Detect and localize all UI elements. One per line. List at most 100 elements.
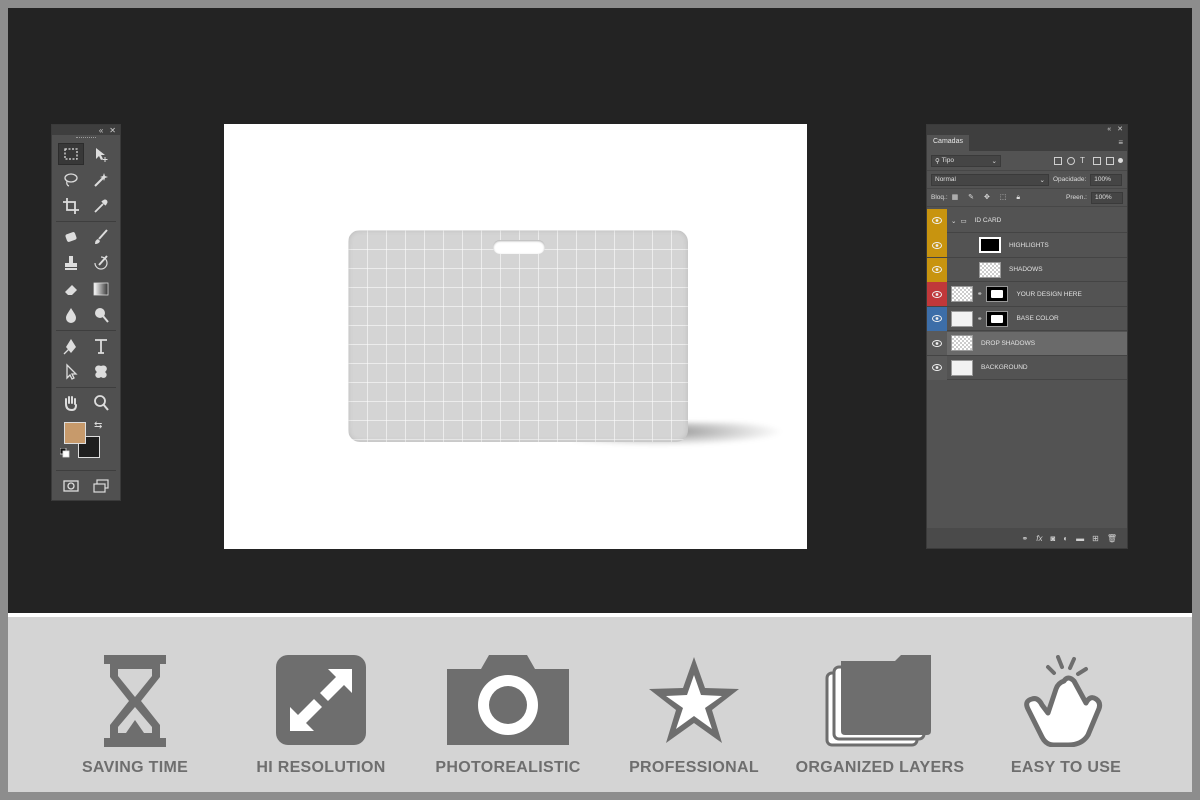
close-icon[interactable]: ✕	[109, 126, 116, 135]
layer-name: HIGHLIGHTS	[1009, 241, 1049, 249]
layer-thumbnail	[979, 261, 1001, 278]
visibility-eye-icon[interactable]	[927, 306, 947, 331]
folder-icon: ▭	[960, 217, 967, 225]
feature-hi-resolution: HI RESOLUTION	[221, 655, 421, 776]
layer-row[interactable]: BACKGROUND	[927, 355, 1127, 380]
eraser-tool-icon[interactable]	[58, 278, 84, 300]
hand-tool-icon[interactable]	[58, 392, 84, 414]
eyedropper-icon[interactable]	[88, 195, 114, 217]
close-icon[interactable]: ✕	[1117, 125, 1123, 133]
tab-layers[interactable]: Camadas	[927, 135, 969, 151]
layer-row[interactable]: ⚭ YOUR DESIGN HERE	[927, 282, 1127, 307]
visibility-eye-icon[interactable]	[927, 355, 947, 380]
new-layer-icon[interactable]: ⊞	[1092, 534, 1099, 543]
layers-panel-footer: ⚭ fx ◙ ◐ ▬ ⊞ 🗑︎	[927, 528, 1127, 548]
zoom-tool-icon[interactable]	[88, 392, 114, 414]
feature-label: SAVING TIME	[81, 759, 189, 776]
feature-photorealistic: PHOTOREALISTIC	[408, 655, 608, 776]
mask-link-icon[interactable]: ⚭	[977, 315, 982, 323]
feature-professional: PROFESSIONAL	[594, 655, 794, 776]
lock-label: Bloq.:	[931, 194, 948, 201]
collapse-icon[interactable]: «	[99, 126, 103, 135]
hourglass-icon	[104, 655, 166, 747]
trash-icon[interactable]: 🗑︎	[1107, 534, 1117, 543]
opacity-field[interactable]: 100%	[1090, 173, 1123, 186]
link-layers-icon[interactable]: ⚭	[1022, 534, 1029, 543]
healing-brush-icon[interactable]	[58, 226, 84, 248]
foreground-color-swatch[interactable]	[64, 422, 86, 444]
type-tool-icon[interactable]	[88, 335, 114, 357]
group-expand-icon[interactable]: ⌄	[951, 217, 956, 225]
filter-adjustment-icon	[1067, 156, 1075, 165]
move-tool-icon[interactable]	[88, 143, 114, 165]
layer-row[interactable]: ⚭ BASE COLOR	[927, 306, 1127, 331]
crop-tool-icon[interactable]	[58, 195, 84, 217]
card-slot-hole	[493, 240, 545, 254]
path-selection-icon[interactable]	[58, 361, 84, 383]
document-canvas[interactable]	[224, 124, 807, 549]
swap-colors-icon[interactable]: ⇆	[94, 420, 102, 431]
photoshop-workspace: « ✕ ⇆ « ✕ Camadas ≡ ⚲ Tipo ⌄ T Normal ⌄ …	[8, 8, 1192, 613]
blend-mode-select[interactable]: Normal ⌄	[931, 173, 1049, 186]
dodge-tool-icon[interactable]	[88, 304, 114, 326]
adjustment-layer-icon[interactable]: ◐	[1063, 534, 1068, 543]
add-mask-icon[interactable]: ◙	[1050, 534, 1055, 543]
layer-mask-thumbnail[interactable]	[986, 310, 1009, 327]
clone-stamp-icon[interactable]	[58, 252, 84, 274]
panel-menu-icon[interactable]: ≡	[1118, 138, 1127, 151]
star-icon	[649, 657, 739, 743]
gradient-tool-icon[interactable]	[88, 278, 114, 300]
visibility-eye-icon[interactable]	[927, 282, 947, 306]
search-icon: ⚲	[935, 157, 942, 165]
marquee-tool-icon[interactable]	[58, 143, 84, 165]
hand-tap-icon	[1024, 655, 1103, 747]
chevron-down-icon: ⌄	[1039, 176, 1045, 184]
folders-icon	[825, 655, 931, 747]
quick-mask-icon[interactable]	[58, 475, 84, 497]
feature-easy-to-use: EASY TO USE	[966, 655, 1166, 776]
feature-label: EASY TO USE	[1010, 759, 1122, 776]
layer-thumbnail	[951, 286, 973, 302]
layer-list: ⌄ ▭ ID CARD HIGHLIGHTS SHADOWS ⚭ YOUR DESIGN H…	[927, 208, 1127, 380]
layer-row[interactable]: HIGHLIGHTS	[927, 233, 1127, 258]
layer-name: BASE COLOR	[1016, 315, 1059, 322]
filter-pixel-icon	[1054, 156, 1062, 165]
filter-toggle-icon[interactable]	[1118, 158, 1123, 163]
mask-link-icon[interactable]: ⚭	[977, 290, 982, 298]
filter-smart-icon	[1106, 156, 1114, 165]
fill-field[interactable]: 100%	[1091, 191, 1123, 204]
pen-tool-icon[interactable]	[58, 335, 84, 357]
screen-mode-icon[interactable]	[88, 475, 114, 497]
expand-arrows-icon	[276, 655, 366, 745]
layer-row[interactable]: SHADOWS	[927, 257, 1127, 282]
fx-icon[interactable]: fx	[1036, 534, 1042, 543]
layer-mask-thumbnail[interactable]	[986, 286, 1009, 302]
lasso-tool-icon[interactable]	[58, 169, 84, 191]
camera-icon	[447, 655, 569, 745]
default-colors-icon[interactable]	[60, 448, 70, 458]
visibility-eye-icon[interactable]	[927, 331, 947, 355]
layer-name: YOUR DESIGN HERE	[1016, 290, 1082, 298]
filter-icons[interactable]: T	[1054, 156, 1114, 165]
layer-thumbnail	[951, 359, 973, 376]
layer-thumbnail	[979, 237, 1001, 253]
lock-icons[interactable]: ▦ ✎ ✥ ⬚ 🔒︎	[952, 193, 1024, 202]
layer-row[interactable]: ⌄ ▭ ID CARD	[927, 208, 1127, 233]
feature-label: ORGANIZED LAYERS	[795, 759, 965, 776]
collapse-icon[interactable]: «	[1107, 126, 1111, 133]
layer-row[interactable]: DROP SHADOWS	[927, 331, 1127, 356]
visibility-eye-icon[interactable]	[927, 233, 947, 257]
layers-panel: « ✕ Camadas ≡ ⚲ Tipo ⌄ T Normal ⌄ Opacidad…	[926, 124, 1128, 549]
layer-filter-select[interactable]: ⚲ Tipo ⌄	[931, 154, 1001, 167]
magic-wand-icon[interactable]	[88, 169, 114, 191]
layer-name: BACKGROUND	[981, 364, 1028, 371]
new-group-icon[interactable]: ▬	[1076, 534, 1084, 543]
brush-tool-icon[interactable]	[88, 226, 114, 248]
visibility-eye-icon[interactable]	[927, 257, 947, 282]
history-brush-icon[interactable]	[88, 252, 114, 274]
blur-tool-icon[interactable]	[58, 304, 84, 326]
feature-label: PROFESSIONAL	[629, 759, 759, 776]
custom-shape-icon[interactable]	[88, 361, 114, 383]
layer-thumbnail	[951, 310, 973, 327]
visibility-eye-icon[interactable]	[927, 208, 947, 233]
